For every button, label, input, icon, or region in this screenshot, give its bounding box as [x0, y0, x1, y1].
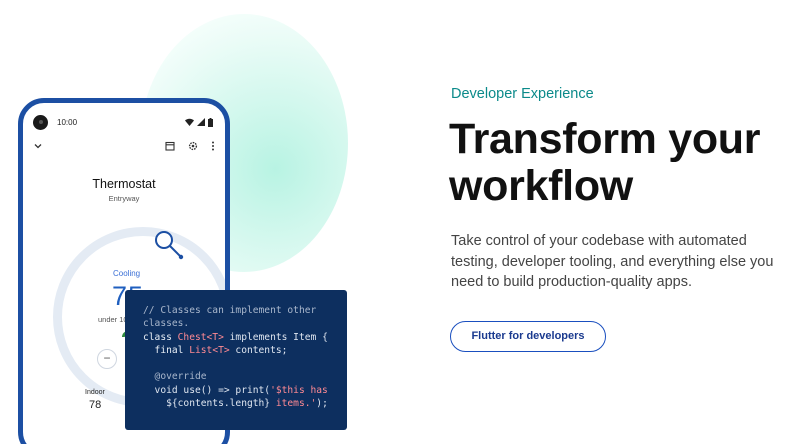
- hero-description: Take control of your codebase with autom…: [451, 233, 774, 290]
- calendar-icon[interactable]: [165, 141, 175, 151]
- code-line: void use() => print(: [143, 384, 271, 396]
- code-string: '$this has: [270, 384, 328, 396]
- signal-icon: [197, 118, 205, 126]
- indoor-label: Indoor: [85, 389, 105, 396]
- eco-hint: under 10: [98, 315, 128, 324]
- code-type: Chest<T>: [177, 331, 224, 343]
- camera-icon: [33, 114, 48, 130]
- mode-label: Cooling: [113, 269, 141, 278]
- code-annotation: @override: [143, 371, 207, 383]
- code-line: ${contents.length}: [143, 398, 271, 410]
- hero-section: 10:00 Thermostat Entryway Cooling 75 und…: [0, 0, 789, 444]
- code-keyword: class: [143, 331, 178, 343]
- magnifier-icon: [155, 231, 184, 260]
- code-line: implements Item {: [223, 331, 328, 343]
- app-toolbar: [33, 141, 215, 155]
- gear-icon[interactable]: [188, 141, 198, 151]
- status-bar: 10:00: [33, 113, 213, 131]
- status-time: 10:00: [57, 117, 78, 127]
- code-string: items.': [270, 398, 317, 410]
- code-snippet: // Classes can implement other classes. …: [125, 290, 347, 430]
- flutter-for-developers-button[interactable]: Flutter for developers: [450, 321, 606, 352]
- code-keyword: final: [143, 344, 190, 356]
- device-location: Entryway: [108, 194, 140, 203]
- indoor-value: 78: [89, 399, 102, 411]
- device-title: Thermostat: [92, 177, 156, 191]
- section-eyebrow: Developer Experience: [451, 86, 594, 102]
- code-line: // Classes can implement other: [143, 305, 317, 316]
- decrease-button[interactable]: −: [97, 349, 117, 369]
- code-line: classes.: [143, 318, 190, 330]
- more-vertical-icon[interactable]: [211, 141, 215, 151]
- chevron-down-icon[interactable]: [33, 141, 43, 151]
- title-line: workflow: [449, 162, 633, 210]
- code-type: List<T>: [189, 344, 230, 356]
- code-line: );: [316, 398, 328, 410]
- battery-icon: [208, 117, 213, 127]
- page-title: Transform your workflow: [449, 116, 789, 210]
- wifi-icon: [185, 118, 194, 126]
- title-line: Transform your: [449, 115, 761, 163]
- code-line: contents;: [229, 344, 288, 356]
